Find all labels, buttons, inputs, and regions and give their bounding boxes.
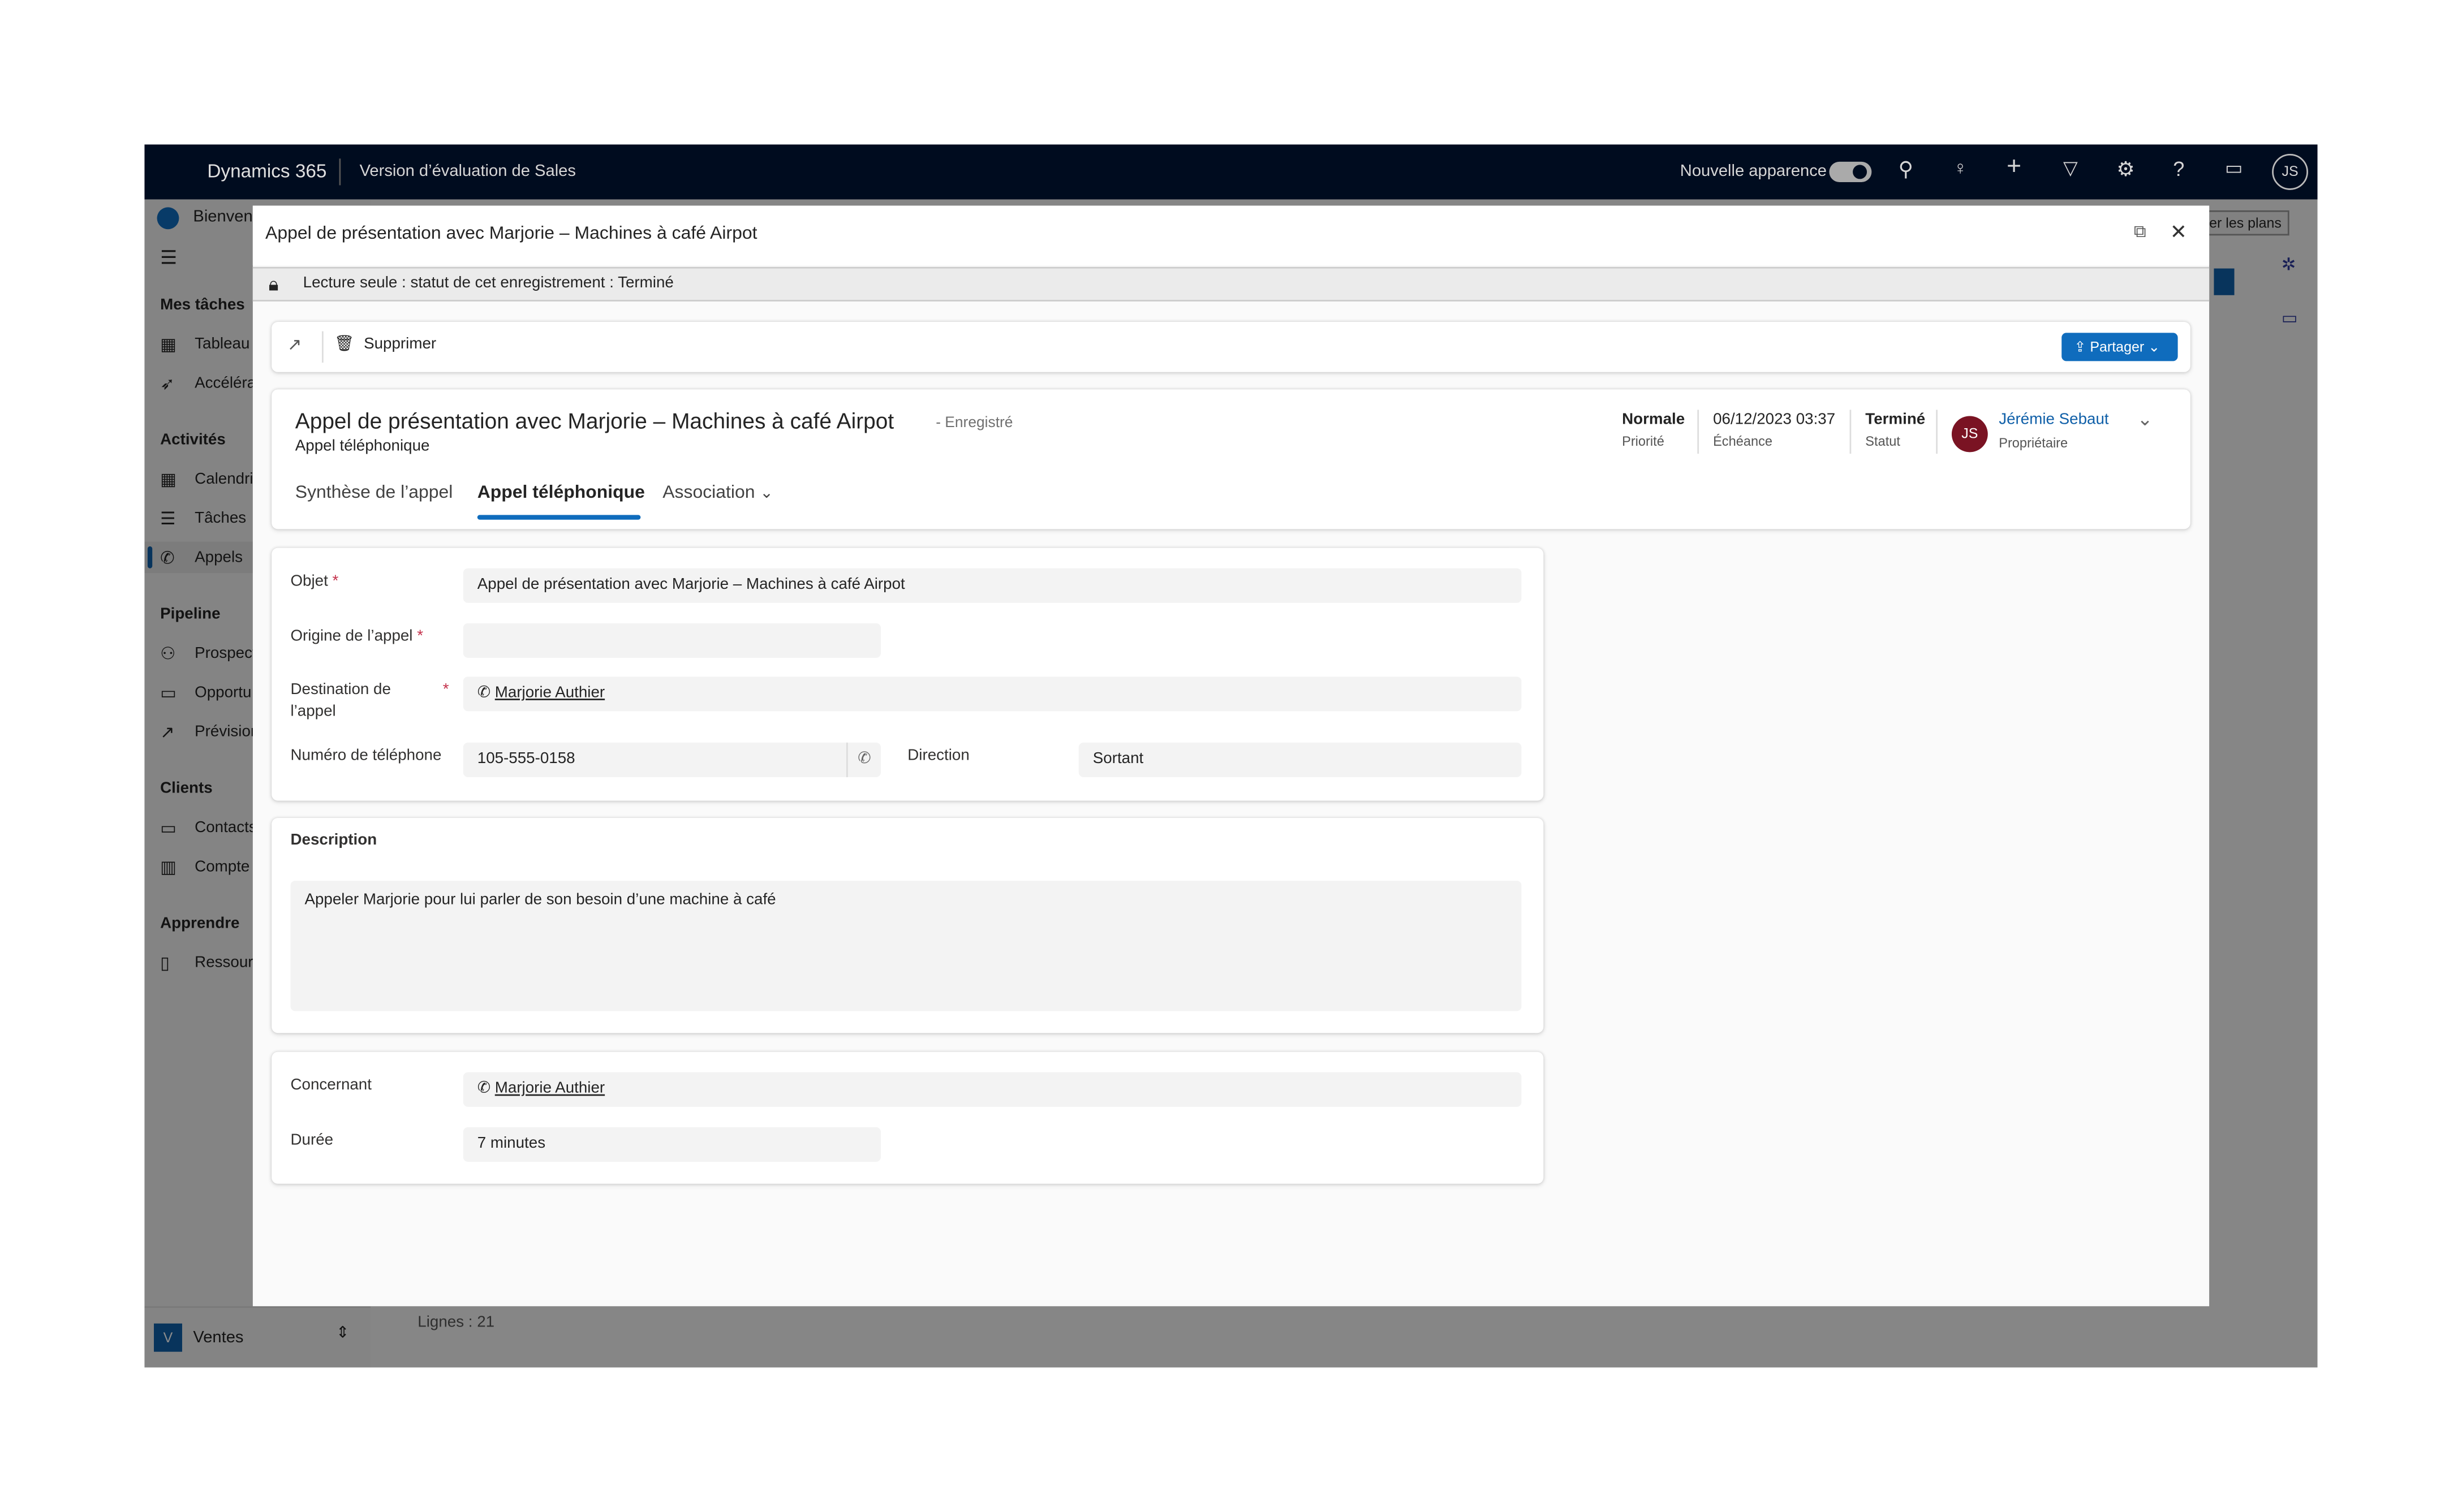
direction-label: Direction (907, 747, 970, 765)
open-record-icon[interactable]: ↗ (287, 334, 302, 355)
header-expand-chevron-icon[interactable]: ⌄ (2137, 408, 2153, 430)
divider (339, 158, 341, 186)
header-field-status: Terminé Statut (1865, 411, 1925, 449)
regarding-link[interactable]: Marjorie Authier (495, 1080, 605, 1098)
call-to-field[interactable]: ✆ Marjorie Authier (463, 677, 1522, 712)
close-icon[interactable]: ✕ (2170, 220, 2187, 245)
description-label: Description (290, 832, 377, 850)
help-icon[interactable]: ? (2173, 157, 2184, 181)
contact-icon: ✆ (477, 684, 491, 702)
divider (1936, 410, 1938, 454)
owner-link[interactable]: Jérémie Sebaut (1999, 411, 2108, 429)
status-value: Terminé (1865, 411, 1926, 429)
dialog-titlebar: Appel de présentation avec Marjorie – Ma… (252, 205, 2210, 266)
filter-icon[interactable]: ▽ (2063, 157, 2078, 179)
search-icon[interactable]: ⚲ (1899, 157, 1913, 182)
due-label: Échéance (1713, 433, 1773, 449)
trash-icon: 🗑︎ (334, 335, 355, 354)
app-name[interactable]: Version d’évaluation de Sales (360, 162, 576, 180)
call-from-label: Origine de l’appel * (290, 628, 424, 645)
direction-field[interactable]: Sortant (1078, 742, 1522, 777)
new-look-toggle[interactable] (1829, 161, 1872, 182)
active-tab-indicator (477, 515, 641, 520)
dialog-title: Appel de présentation avec Marjorie – Ma… (265, 224, 757, 244)
divider (1849, 410, 1852, 454)
new-look-label: Nouvelle apparence (1680, 161, 1827, 181)
record-title: Appel de présentation avec Marjorie – Ma… (295, 408, 894, 434)
entity-name: Appel téléphonique (295, 438, 430, 455)
priority-value: Normale (1622, 411, 1685, 429)
status-label: Statut (1865, 433, 1900, 449)
share-label: Partager (2090, 339, 2145, 355)
call-icon[interactable]: ✆ (846, 742, 881, 777)
share-button[interactable]: ⇪ Partager ⌄ (2061, 333, 2178, 361)
call-to-label: Destination de l’appel (290, 681, 391, 721)
delete-button[interactable]: 🗑︎ Supprimer (334, 336, 436, 354)
quick-view-dialog: Appel de présentation avec Marjorie – Ma… (252, 205, 2210, 1307)
tab-phone-call[interactable]: Appel téléphonique (477, 484, 645, 502)
call-to-link[interactable]: Marjorie Authier (495, 684, 605, 702)
contact-icon: ✆ (477, 1080, 491, 1098)
chevron-down-icon: ⌄ (760, 485, 773, 503)
due-value: 06/12/2023 03:37 (1713, 411, 1836, 429)
tab-summary[interactable]: Synthèse de l’appel (295, 484, 453, 502)
gear-icon[interactable]: ⚙ (2116, 157, 2134, 182)
duration-label: Durée (290, 1132, 334, 1149)
general-section: Objet * Appel de présentation avec Marjo… (272, 548, 1544, 801)
readonly-notice: Lecture seule : statut de cet enregistre… (303, 274, 674, 292)
header-field-priority: Normale Priorité (1622, 411, 1685, 449)
chevron-down-icon: ⌄ (2148, 339, 2160, 355)
owner-avatar: JS (1951, 416, 1988, 453)
regarding-label: Concernant (290, 1076, 372, 1095)
description-section: Description Appeler Marjorie pour lui pa… (272, 818, 1544, 1033)
regarding-field[interactable]: ✆ Marjorie Authier (463, 1072, 1522, 1107)
tab-association[interactable]: Association ⌄ (662, 484, 773, 502)
required-marker: * (442, 681, 449, 699)
duration-field[interactable]: 7 minutes (463, 1127, 881, 1162)
tab-association-label: Association (662, 483, 755, 503)
details-section: Concernant ✆ Marjorie Authier Durée 7 mi… (272, 1052, 1544, 1184)
command-bar: ↗ 🗑︎ Supprimer ⇪ Partager ⌄ (272, 321, 2190, 372)
readonly-bar: 🔒︎ Lecture seule : statut de cet enregis… (252, 266, 2210, 301)
phone-value: 105-555-0158 (477, 750, 575, 768)
phone-field[interactable]: 105-555-0158 ✆ (463, 742, 881, 777)
subject-label: Objet * (290, 573, 339, 591)
description-field[interactable]: Appeler Marjorie pour lui parler de son … (290, 881, 1522, 1011)
divider (321, 331, 324, 363)
priority-label: Priorité (1622, 433, 1664, 449)
open-new-window-icon[interactable]: ⧉ (2134, 223, 2146, 243)
subject-field[interactable]: Appel de présentation avec Marjorie – Ma… (463, 568, 1522, 603)
lock-icon: 🔒︎ (268, 273, 279, 295)
share-icon: ⇪ (2074, 339, 2086, 355)
record-header: Appel de présentation avec Marjorie – Ma… (272, 389, 2190, 529)
divider (1697, 410, 1699, 454)
owner-label: Propriétaire (1999, 434, 2068, 451)
plus-icon[interactable]: + (2007, 154, 2021, 182)
save-state: - Enregistré (936, 414, 1013, 432)
header-field-due: 06/12/2023 03:37 Échéance (1713, 411, 1835, 449)
user-avatar[interactable]: JS (2272, 153, 2308, 190)
call-from-field[interactable] (463, 623, 881, 658)
top-bar: Dynamics 365 Version d’évaluation de Sal… (144, 144, 2318, 200)
chat-icon[interactable]: ▭ (2225, 157, 2243, 179)
brand[interactable]: Dynamics 365 (207, 160, 326, 182)
phone-label: Numéro de téléphone (290, 747, 442, 765)
lightbulb-icon[interactable]: ♀ (1953, 157, 1968, 179)
delete-label: Supprimer (364, 335, 437, 354)
